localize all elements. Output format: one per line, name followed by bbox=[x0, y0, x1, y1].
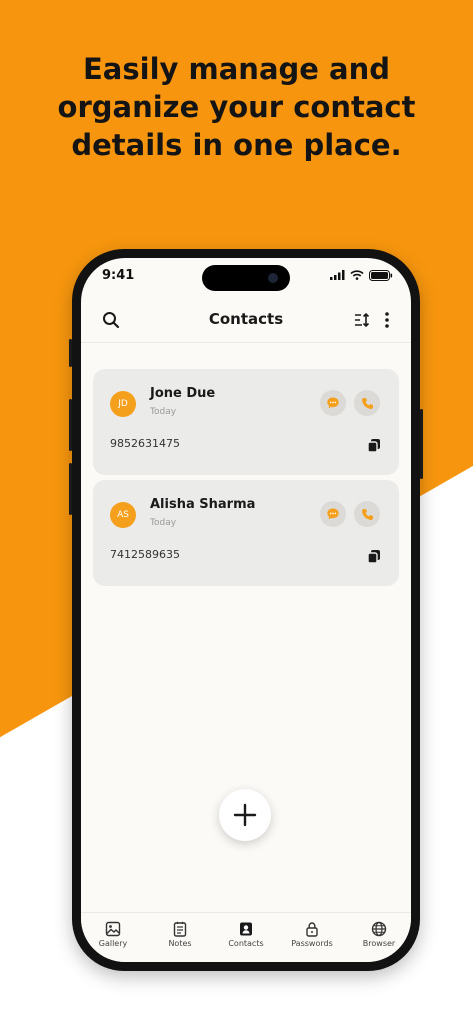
sort-icon bbox=[355, 312, 370, 328]
contact-name: Jone Due bbox=[150, 386, 216, 401]
volume-up-button bbox=[69, 399, 72, 451]
battery-icon bbox=[369, 269, 393, 281]
message-button[interactable] bbox=[320, 501, 346, 527]
dynamic-island bbox=[202, 265, 290, 291]
nav-label: Contacts bbox=[228, 939, 264, 948]
contact-date: Today bbox=[150, 518, 177, 528]
copy-button[interactable] bbox=[366, 548, 382, 564]
chat-icon bbox=[327, 508, 339, 520]
nav-item-gallery[interactable]: Gallery bbox=[83, 921, 143, 948]
status-time: 9:41 bbox=[102, 268, 135, 283]
nav-label: Notes bbox=[168, 939, 192, 948]
volume-down-button bbox=[69, 463, 72, 515]
promo-headline: Easily manage and organize your contact … bbox=[57, 52, 416, 162]
notes-icon bbox=[173, 921, 187, 937]
contact-card[interactable]: AS Alisha Sharma Today 7412589635 bbox=[93, 480, 399, 586]
copy-icon bbox=[367, 439, 380, 453]
contact-phone: 9852631475 bbox=[110, 437, 180, 450]
copy-button[interactable] bbox=[366, 437, 382, 453]
phone-icon bbox=[361, 508, 373, 520]
avatar: JD bbox=[110, 391, 136, 417]
app-bar: Contacts bbox=[81, 298, 411, 343]
signal-icon bbox=[330, 270, 345, 280]
contact-phone: 7412589635 bbox=[110, 548, 180, 561]
globe-icon bbox=[371, 921, 387, 937]
plus-icon bbox=[233, 803, 257, 827]
bottom-navigation: Gallery Notes Contacts Passwords Browser bbox=[81, 912, 411, 962]
nav-label: Browser bbox=[362, 939, 396, 948]
power-button bbox=[420, 409, 423, 479]
sort-button[interactable] bbox=[351, 308, 375, 332]
nav-label: Passwords bbox=[291, 939, 333, 948]
chat-icon bbox=[327, 397, 339, 409]
call-button[interactable] bbox=[354, 390, 380, 416]
call-button[interactable] bbox=[354, 501, 380, 527]
lock-icon bbox=[306, 922, 318, 937]
status-bar: 9:41 bbox=[81, 258, 411, 298]
avatar: AS bbox=[110, 502, 136, 528]
contact-name: Alisha Sharma bbox=[150, 497, 256, 512]
more-options-button[interactable] bbox=[377, 308, 397, 332]
gallery-icon bbox=[105, 921, 121, 937]
contact-date: Today bbox=[150, 407, 177, 417]
phone-icon bbox=[361, 397, 373, 409]
nav-item-contacts[interactable]: Contacts bbox=[216, 921, 276, 948]
contacts-icon bbox=[240, 922, 252, 936]
nav-item-notes[interactable]: Notes bbox=[150, 921, 210, 948]
wifi-icon bbox=[350, 270, 364, 280]
system-icons bbox=[330, 269, 393, 281]
nav-label: Gallery bbox=[98, 939, 128, 948]
more-vertical-icon bbox=[385, 312, 389, 328]
nav-item-passwords[interactable]: Passwords bbox=[282, 921, 342, 948]
phone-frame: 9:41 Contacts JD Jone Due Today 98526314… bbox=[69, 249, 423, 971]
phone-screen: 9:41 Contacts JD Jone Due Today 98526314… bbox=[81, 258, 411, 962]
message-button[interactable] bbox=[320, 390, 346, 416]
silent-switch bbox=[69, 339, 72, 367]
contact-card[interactable]: JD Jone Due Today 9852631475 bbox=[93, 369, 399, 475]
copy-icon bbox=[367, 550, 380, 564]
nav-item-browser[interactable]: Browser bbox=[349, 921, 409, 948]
add-contact-button[interactable] bbox=[219, 789, 271, 841]
